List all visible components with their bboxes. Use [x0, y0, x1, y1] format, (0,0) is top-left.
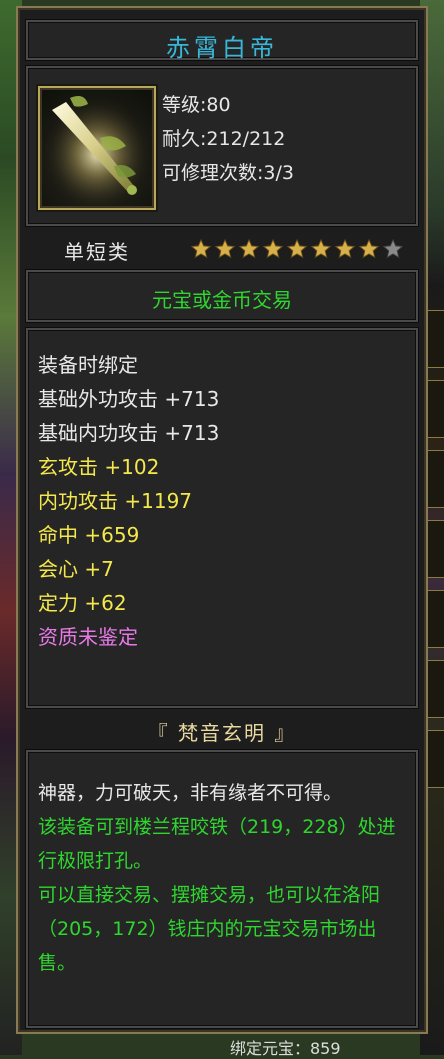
attribute-line: 基础内功攻击 +713 [38, 421, 220, 445]
item-description: 神器，力可破天，非有缘者不可得。该装备可到楼兰程咬铁（219，228）处进行极限… [38, 776, 410, 980]
trade-panel: 元宝或金币交易 [26, 270, 418, 322]
item-stats: 等级:80 耐久:212/212 可修理次数:3/3 [162, 88, 294, 190]
attribute-line: 资质未鉴定 [38, 625, 138, 649]
soul-row: 『 梵音玄明 』 [26, 716, 418, 750]
item-tooltip: 赤霄白帝 等级:80 耐久:212/212 可修理次数:3/3 单短类 元宝或金… [16, 6, 428, 1034]
item-type-row: 单短类 [26, 232, 418, 266]
star-icon [214, 238, 236, 259]
star-icon [310, 238, 332, 259]
description-paragraph: 可以直接交易、摆摊交易，也可以在洛阳（205，172）钱庄内的元宝交易市场出售。 [38, 884, 381, 974]
star-icon [286, 238, 308, 259]
attribute-line: 命中 +659 [38, 523, 140, 547]
item-name-panel: 赤霄白帝 [26, 20, 418, 62]
star-rating [190, 238, 404, 260]
star-icon [262, 238, 284, 259]
star-icon [238, 238, 260, 259]
item-level: 等级:80 [162, 94, 231, 116]
attribute-line: 装备时绑定 [38, 353, 138, 377]
item-type: 单短类 [64, 240, 130, 264]
soul-name: 『 梵音玄明 』 [147, 721, 297, 745]
trade-type: 元宝或金币交易 [152, 288, 292, 312]
item-info-panel: 等级:80 耐久:212/212 可修理次数:3/3 [26, 66, 418, 226]
item-icon-frame [38, 86, 156, 210]
attribute-line: 定力 +62 [38, 591, 127, 615]
attribute-line: 玄攻击 +102 [38, 455, 160, 479]
star-icon [358, 238, 380, 259]
attribute-line: 内功攻击 +1197 [38, 489, 193, 513]
bound-ingot-readout: 绑定元宝：859 [230, 1039, 341, 1058]
item-durability: 耐久:212/212 [162, 128, 286, 150]
item-name: 赤霄白帝 [166, 34, 278, 62]
attribute-list: 装备时绑定基础外功攻击 +713 基础内功攻击 +713 玄攻击 +102 内功攻击 … [38, 348, 219, 654]
star-icon [190, 238, 212, 259]
attribute-line: 基础外功攻击 +713 [38, 387, 220, 411]
description-panel: 神器，力可破天，非有缘者不可得。该装备可到楼兰程咬铁（219，228）处进行极限… [26, 750, 418, 1028]
description-paragraph: 该装备可到楼兰程咬铁（219，228）处进行极限打孔。 [38, 816, 396, 872]
sword-icon [40, 88, 154, 208]
star-icon [382, 238, 404, 259]
description-paragraph: 神器，力可破天，非有缘者不可得。 [38, 782, 343, 804]
star-icon [334, 238, 356, 259]
attributes-panel: 装备时绑定基础外功攻击 +713 基础内功攻击 +713 玄攻击 +102 内功攻击 … [26, 328, 418, 708]
attribute-line: 会心 +7 [38, 557, 114, 581]
item-repair-count: 可修理次数:3/3 [162, 162, 294, 184]
